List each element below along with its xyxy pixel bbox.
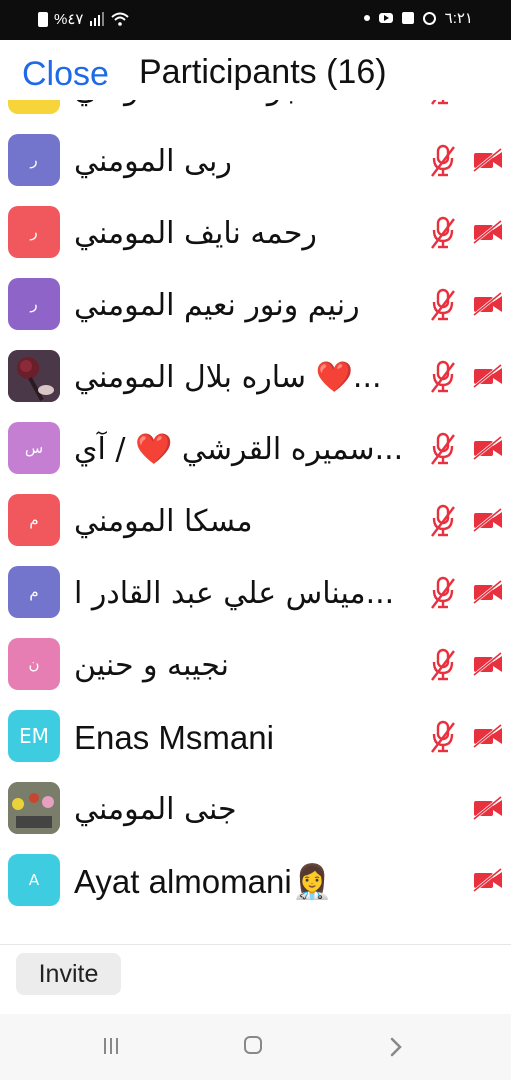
avatar: س bbox=[8, 422, 60, 474]
avatar: ر bbox=[8, 134, 60, 186]
participant-row[interactable]: جود احمد المومني bbox=[0, 100, 511, 124]
mic-muted-icon bbox=[430, 576, 456, 610]
participant-row[interactable]: ساره بلال المومني ❤️... bbox=[0, 340, 511, 412]
participant-row[interactable]: A Ayat almomani👩‍⚕️ bbox=[0, 844, 511, 916]
participant-row[interactable]: ن نجيبه و حنين bbox=[0, 628, 511, 700]
avatar: ر bbox=[8, 278, 60, 330]
participant-name: ميناس علي عبد القادر ا... bbox=[74, 576, 395, 611]
avatar: ن bbox=[8, 638, 60, 690]
avatar: EM bbox=[8, 710, 60, 762]
invite-button[interactable]: Invite bbox=[16, 953, 121, 995]
mic-muted-icon bbox=[430, 504, 456, 538]
participant-name: نجيبه و حنين bbox=[74, 648, 229, 683]
participant-row[interactable]: ر ربى المومني bbox=[0, 124, 511, 196]
video-off-icon bbox=[472, 219, 504, 245]
participants-list[interactable]: جود احمد المومني ر ربى المومني ر رحمه نايف ا… bbox=[0, 100, 511, 944]
home-icon[interactable] bbox=[244, 1036, 262, 1054]
recents-icon[interactable] bbox=[102, 1037, 120, 1055]
avatar: ر bbox=[8, 206, 60, 258]
battery-percent: %٤٧ bbox=[54, 11, 84, 28]
close-button[interactable]: Close bbox=[22, 54, 109, 94]
mic-muted-icon bbox=[430, 360, 456, 394]
participant-name: Enas Msmani bbox=[74, 719, 274, 756]
participant-name: ربى المومني bbox=[74, 144, 232, 179]
avatar: م bbox=[8, 566, 60, 618]
participant-name: مسكا المومني bbox=[74, 504, 253, 539]
video-off-icon bbox=[472, 507, 504, 533]
avatar-photo bbox=[8, 350, 60, 402]
mic-muted-icon bbox=[430, 100, 456, 106]
page-title: Participants (16) bbox=[139, 53, 387, 91]
participant-name: سميره القرشي ❤️ / آي... bbox=[74, 432, 404, 467]
participant-name: ساره بلال المومني ❤️... bbox=[74, 360, 382, 395]
video-off-icon bbox=[472, 100, 504, 101]
youtube-icon bbox=[378, 13, 393, 23]
participants-header: Close Participants (16) bbox=[0, 40, 511, 100]
participant-name: رحمه نايف المومني bbox=[74, 216, 317, 251]
participant-row[interactable]: جنى المومني bbox=[0, 772, 511, 844]
participant-row[interactable]: م ميناس علي عبد القادر ا... bbox=[0, 556, 511, 628]
navigation-bar bbox=[0, 1014, 511, 1080]
gallery-icon bbox=[401, 12, 414, 24]
bottom-bar: Invite bbox=[0, 944, 511, 1015]
back-icon[interactable] bbox=[386, 1036, 406, 1058]
participant-row[interactable]: EM Enas Msmani bbox=[0, 700, 511, 772]
video-off-icon bbox=[472, 651, 504, 677]
avatar: A bbox=[8, 854, 60, 906]
clock: ٦:٢١ bbox=[444, 10, 473, 27]
participant-name: جنى المومني bbox=[74, 792, 237, 827]
video-off-icon bbox=[472, 291, 504, 317]
mic-muted-icon bbox=[430, 432, 456, 466]
participant-row[interactable]: ر رحمه نايف المومني bbox=[0, 196, 511, 268]
mic-muted-icon bbox=[430, 720, 456, 754]
avatar: م bbox=[8, 494, 60, 546]
video-off-icon bbox=[472, 435, 504, 461]
status-left: %٤٧ bbox=[38, 10, 130, 28]
status-bar: %٤٧ ٦:٢١ bbox=[0, 0, 511, 40]
status-right: ٦:٢١ bbox=[363, 9, 473, 27]
mic-muted-icon bbox=[430, 144, 456, 178]
video-off-icon bbox=[472, 867, 504, 893]
mic-muted-icon bbox=[430, 648, 456, 682]
video-off-icon bbox=[472, 147, 504, 173]
dot-icon bbox=[363, 15, 370, 21]
video-off-icon bbox=[472, 579, 504, 605]
participant-row[interactable]: س سميره القرشي ❤️ / آي... bbox=[0, 412, 511, 484]
video-off-icon bbox=[472, 723, 504, 749]
participant-row[interactable]: ر رنيم ونور نعيم المومني bbox=[0, 268, 511, 340]
whatsapp-icon bbox=[422, 11, 436, 25]
mic-muted-icon bbox=[430, 216, 456, 250]
participant-name: جود احمد المومني bbox=[74, 100, 414, 110]
battery-icon bbox=[38, 11, 48, 27]
mic-muted-icon bbox=[430, 288, 456, 322]
wifi-icon bbox=[111, 12, 130, 26]
participant-name: رنيم ونور نعيم المومني bbox=[74, 288, 360, 323]
video-off-icon bbox=[472, 795, 504, 821]
video-off-icon bbox=[472, 363, 504, 389]
signal-icon bbox=[90, 12, 105, 26]
participant-row[interactable]: م مسكا المومني bbox=[0, 484, 511, 556]
avatar bbox=[8, 100, 60, 114]
participant-name: Ayat almomani👩‍⚕️ bbox=[74, 863, 333, 900]
avatar-photo bbox=[8, 782, 60, 834]
